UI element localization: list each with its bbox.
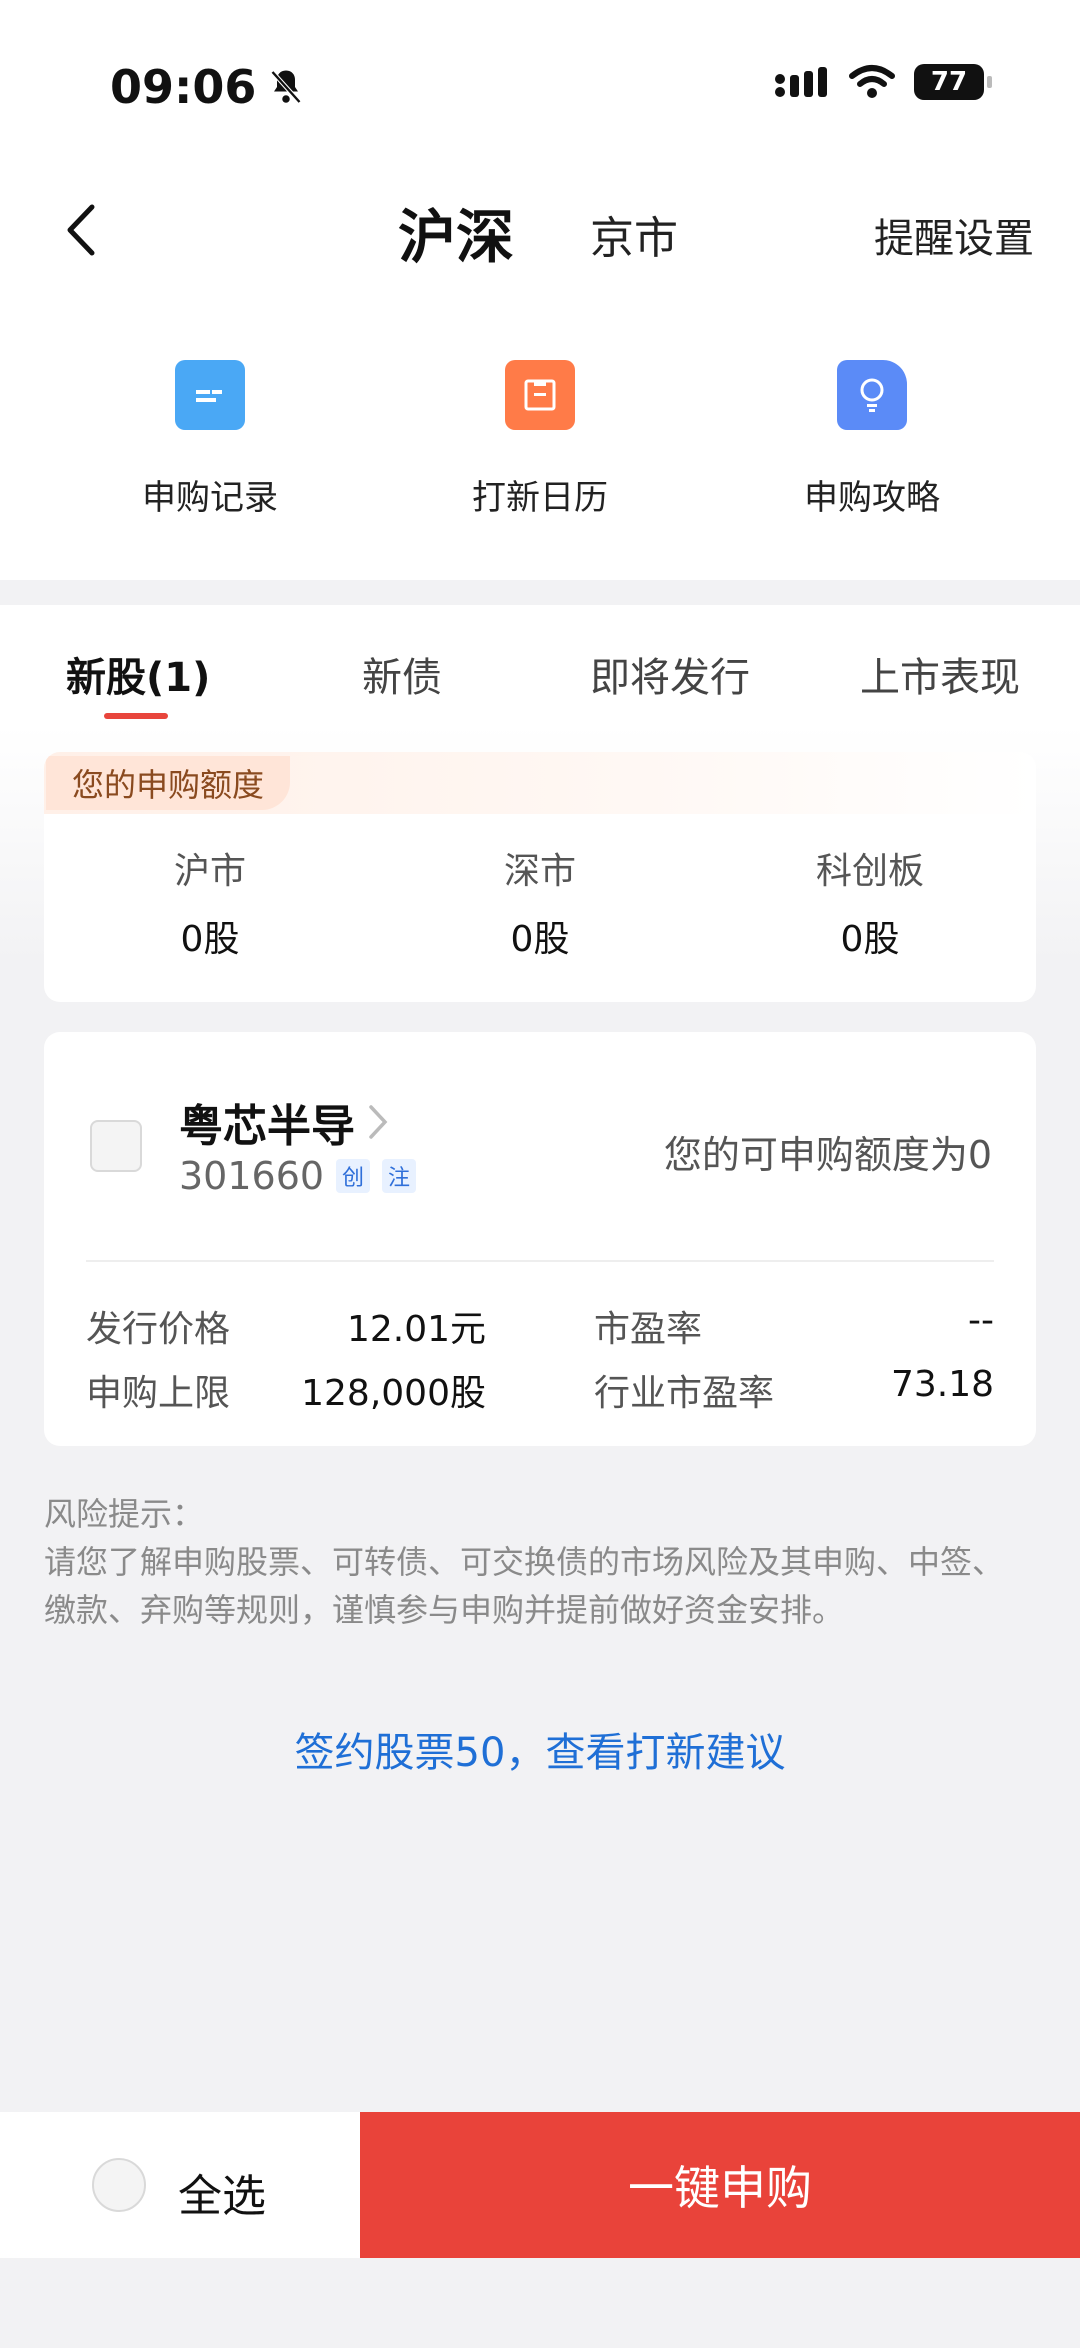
remind-settings-link[interactable]: 提醒设置 — [874, 206, 1034, 264]
card-divider — [86, 1260, 994, 1262]
quota-market-name: 深市 — [503, 851, 576, 892]
quota-market-value: 0股 — [840, 919, 900, 960]
tag-zhu: 注 — [382, 1159, 417, 1193]
status-indicators: 77 — [774, 64, 992, 100]
pe-label: 市盈率 — [594, 1309, 703, 1350]
stock-code-row: 301660 创 注 — [179, 1154, 417, 1198]
chevron-right-icon — [369, 1105, 388, 1139]
tab-upcoming[interactable]: 即将发行 — [590, 645, 750, 703]
select-all-label: 全选 — [178, 2171, 266, 2222]
battery-indicator: 77 — [914, 64, 992, 100]
calendar-icon — [505, 360, 575, 430]
quick-action-record[interactable]: 申购记录 — [90, 360, 330, 519]
quick-action-label: 申购攻略 — [804, 478, 940, 518]
back-button[interactable] — [56, 200, 106, 260]
quota-market-value: 0股 — [180, 919, 240, 960]
quota-market-name: 沪市 — [173, 851, 246, 892]
stock-checkbox[interactable] — [90, 1120, 142, 1172]
subscribe-limit-label: 申购上限 — [86, 1373, 231, 1414]
one-click-subscribe-button[interactable]: 一键申购 — [360, 2112, 1080, 2258]
chevron-left-icon — [67, 204, 95, 256]
content-tabs: 新股(1) 新债 即将发行 上市表现 — [0, 605, 1080, 725]
quota-col-star: 科创板 0股 — [720, 842, 1020, 962]
stock-name-link[interactable]: 粤芯半导 — [179, 1090, 389, 1154]
status-time: 09:06 — [110, 60, 304, 114]
quick-action-guide[interactable]: 申购攻略 — [752, 360, 992, 519]
risk-title: 风险提示： — [44, 1495, 205, 1533]
quick-action-calendar[interactable]: 打新日历 — [420, 360, 660, 519]
market-tab-jingshi[interactable]: 京市 — [590, 202, 678, 266]
quota-market-value: 0股 — [510, 919, 570, 960]
quota-card-header: 您的申购额度 — [44, 752, 1036, 814]
quick-action-label: 申购记录 — [142, 478, 278, 518]
active-tab-indicator — [104, 713, 168, 719]
available-quota-text: 您的可申购额度为0 — [663, 1133, 992, 1177]
quick-actions: 申购记录 打新日历 申购攻略 — [0, 360, 1080, 520]
quota-col-sz: 深市 0股 — [390, 842, 690, 962]
risk-text: 请您了解申购股票、可转债、可交换债的市场风险及其申购、中签、缴款、弃购等规则，谨… — [44, 1543, 1005, 1629]
stock-code: 301660 — [179, 1154, 325, 1198]
signal-icon — [775, 67, 827, 97]
quick-action-label: 打新日历 — [472, 478, 608, 518]
record-icon — [175, 360, 245, 430]
industry-pe-value: 73.18 — [890, 1364, 994, 1405]
industry-pe-label: 行业市盈率 — [594, 1373, 775, 1414]
lightbulb-icon — [837, 360, 907, 430]
quota-col-sh: 沪市 0股 — [60, 842, 360, 962]
wifi-icon — [849, 65, 895, 98]
bell-muted-icon — [271, 70, 302, 104]
issue-price-value: 12.01元 — [346, 1309, 486, 1350]
tab-new-stocks[interactable]: 新股(1) — [66, 645, 210, 703]
sign-advice-link[interactable]: 签约股票50，查看打新建议 — [0, 1720, 1080, 1778]
quota-card: 您的申购额度 沪市 0股 深市 0股 科创板 0股 — [44, 752, 1036, 1002]
app-root: 09:06 77 沪深 京市 提醒设置 申购记录 打新日历 申购攻略 新股(1)… — [0, 0, 1080, 2348]
select-all-radio[interactable] — [92, 2158, 146, 2212]
tab-listing-performance[interactable]: 上市表现 — [860, 645, 1020, 703]
nav-bar: 沪深 京市 提醒设置 — [0, 180, 1080, 280]
stock-name: 粤芯半导 — [179, 1101, 355, 1152]
bottom-bar: 全选 一键申购 — [0, 2112, 1080, 2258]
risk-notice: 风险提示： 请您了解申购股票、可转债、可交换债的市场风险及其申购、中签、缴款、弃… — [44, 1490, 1034, 1634]
select-all-area[interactable]: 全选 — [0, 2112, 360, 2258]
stock-card: 粤芯半导 301660 创 注 您的可申购额度为0 发行价格 12.01元 市盈… — [44, 1032, 1036, 1446]
quota-market-name: 科创板 — [815, 851, 924, 892]
market-tab-hushen[interactable]: 沪深 — [398, 190, 514, 274]
subscribe-limit-value: 128,000股 — [301, 1373, 486, 1414]
issue-price-label: 发行价格 — [86, 1309, 231, 1350]
pe-value: -- — [968, 1300, 994, 1341]
quota-title: 您的申购额度 — [46, 756, 291, 810]
top-area: 09:06 77 沪深 京市 提醒设置 申购记录 打新日历 申购攻略 — [0, 0, 1080, 580]
tag-chuang: 创 — [336, 1159, 371, 1193]
tab-new-bonds[interactable]: 新债 — [362, 645, 442, 703]
